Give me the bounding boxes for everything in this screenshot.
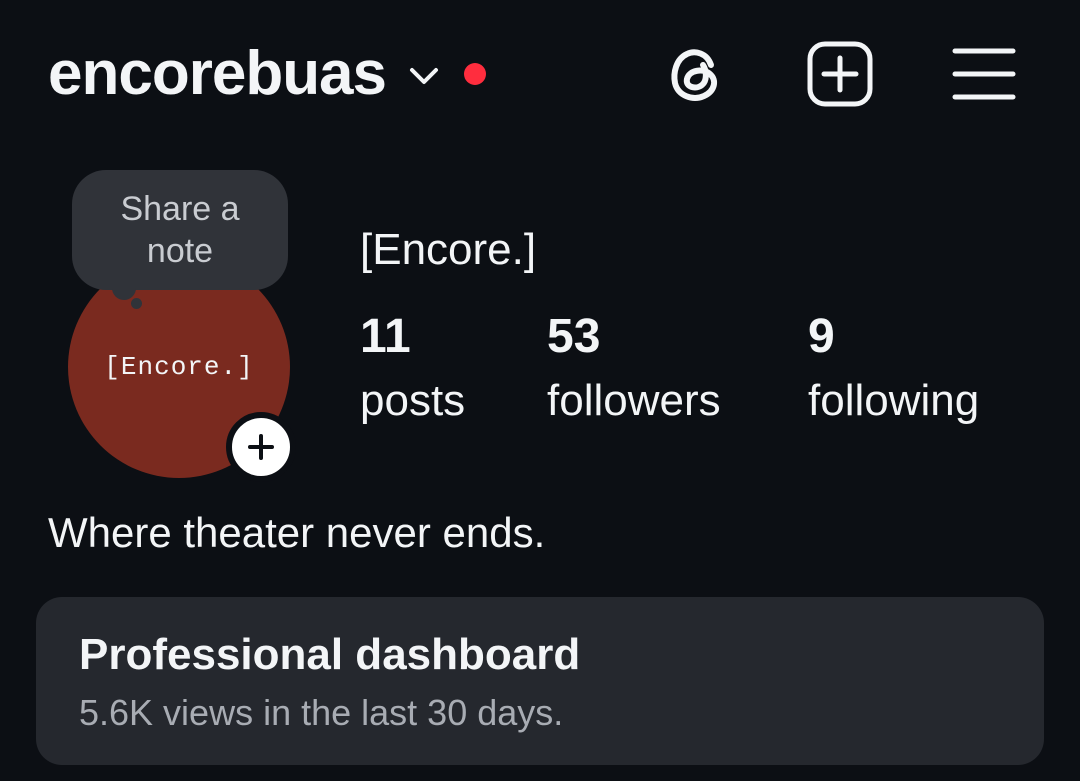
professional-dashboard-card[interactable]: Professional dashboard 5.6K views in the… — [36, 597, 1044, 765]
following-count: 9 — [808, 310, 835, 363]
bio: Where theater never ends. — [48, 509, 546, 556]
plus-icon — [248, 434, 274, 460]
chevron-down-icon — [408, 60, 440, 92]
display-name: [Encore.] — [360, 225, 537, 274]
following-label: following — [808, 376, 980, 425]
menu-icon[interactable] — [950, 40, 1018, 108]
posts-stat[interactable]: 11 posts — [360, 308, 465, 430]
create-icon[interactable] — [806, 40, 874, 108]
notification-dot — [464, 63, 487, 85]
followers-label: followers — [547, 376, 721, 425]
note-bubble-tail-dot — [131, 298, 142, 309]
followers-stat[interactable]: 53 followers — [547, 308, 721, 430]
top-bar: encorebuas — [0, 0, 1080, 150]
note-prompt: Share a note — [120, 190, 240, 270]
account-switcher[interactable]: encorebuas — [48, 36, 487, 112]
dashboard-subtitle: 5.6K views in the last 30 days. — [79, 692, 564, 733]
posts-label: posts — [360, 376, 466, 425]
posts-count: 11 — [360, 310, 411, 363]
threads-icon[interactable] — [662, 40, 730, 108]
profile-header: [Encore.] Share a note [Encore.] 11 post… — [0, 160, 1080, 500]
add-story-button[interactable] — [226, 412, 296, 482]
avatar-logo-text: [Encore.] — [104, 352, 254, 382]
following-stat[interactable]: 9 following — [808, 308, 979, 430]
followers-count: 53 — [547, 310, 601, 363]
dashboard-title: Professional dashboard — [79, 630, 581, 679]
share-note-bubble[interactable]: Share a note — [72, 170, 288, 290]
username: encorebuas — [48, 39, 387, 108]
